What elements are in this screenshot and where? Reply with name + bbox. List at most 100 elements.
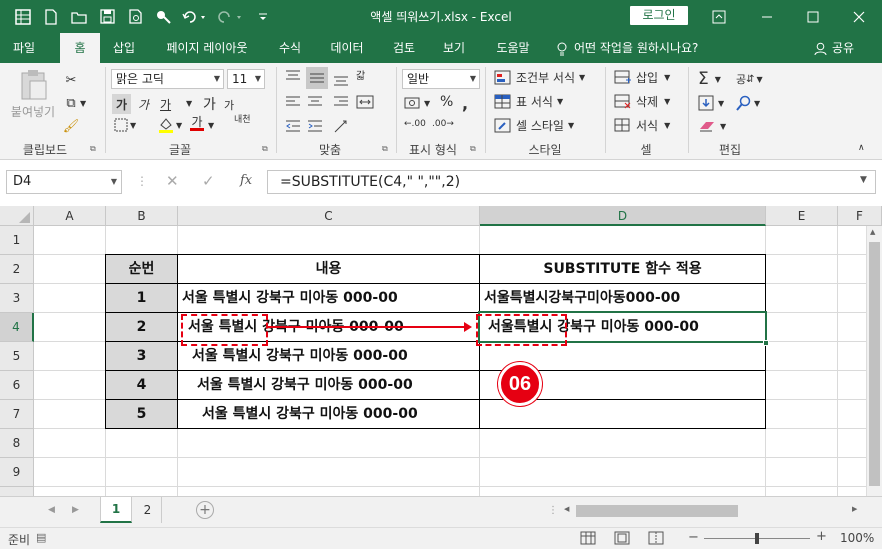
scroll-up-icon[interactable]: ▲ xyxy=(870,228,875,236)
underline-button[interactable]: 가 xyxy=(160,94,171,114)
header-cell-content[interactable]: 내용 xyxy=(178,255,479,284)
login-button[interactable]: 로그인 xyxy=(630,6,688,25)
ribbon-display-icon[interactable] xyxy=(696,0,742,33)
row-header-8[interactable]: 8 xyxy=(0,429,34,458)
row-header-2[interactable]: 2 xyxy=(0,255,34,284)
cut-icon[interactable]: ✂ xyxy=(62,71,80,89)
row-header-3[interactable]: 3 xyxy=(0,284,34,313)
column-header-a[interactable]: A xyxy=(34,206,106,226)
tab-review[interactable]: 검토 xyxy=(382,33,426,63)
column-header-f[interactable]: F xyxy=(838,206,882,226)
table-cell-content[interactable]: 서울 특별시 강북구 미아동 000-00 xyxy=(197,371,478,400)
column-header-b[interactable]: B xyxy=(106,206,178,226)
fill-color-icon[interactable]: ▼ xyxy=(158,116,182,134)
insert-function-button[interactable]: fx xyxy=(240,173,252,188)
column-header-d[interactable]: D xyxy=(480,206,766,226)
align-bottom-icon[interactable] xyxy=(332,69,350,87)
horizontal-scrollbar[interactable]: ◀ ▶ xyxy=(562,503,862,519)
table-cell-content[interactable]: 서울 특별시 강북구 미아동 000-00 xyxy=(192,342,478,371)
clipboard-launcher-icon[interactable]: ⧉ xyxy=(90,144,96,154)
undo-icon[interactable] xyxy=(180,6,210,28)
new-file-icon[interactable] xyxy=(40,6,62,28)
minimize-icon[interactable] xyxy=(744,0,790,33)
select-all-corner[interactable] xyxy=(0,206,34,226)
scroll-left-icon[interactable]: ◀ xyxy=(564,505,569,513)
number-format-select[interactable]: 일반 ▼ xyxy=(402,69,480,89)
tab-page-layout[interactable]: 페이지 레이아웃 xyxy=(150,33,264,63)
font-color-dropdown-icon[interactable]: ▼ xyxy=(208,121,214,130)
find-select-icon[interactable]: ▼ xyxy=(736,95,760,111)
phonetic-button[interactable]: 내천 xyxy=(234,115,251,125)
fill-handle[interactable] xyxy=(763,340,769,346)
tab-file[interactable]: 파일 xyxy=(4,33,44,63)
share-button[interactable]: 공유 xyxy=(814,33,854,63)
row-header-7[interactable]: 7 xyxy=(0,400,34,429)
insert-cells-button[interactable]: 삽입 ▼ xyxy=(614,69,670,86)
horizontal-scroll-thumb[interactable] xyxy=(576,505,738,517)
redo-icon[interactable] xyxy=(216,6,246,28)
tab-home[interactable]: 홈 xyxy=(60,33,100,63)
enter-icon[interactable]: ✓ xyxy=(202,172,215,190)
scroll-right-icon[interactable]: ▶ xyxy=(852,505,857,513)
grow-font-button[interactable]: 가 xyxy=(203,94,216,114)
merge-center-icon[interactable] xyxy=(356,93,374,111)
header-cell-result[interactable]: SUBSTITUTE 함수 적용 xyxy=(480,255,765,284)
column-header-c[interactable]: C xyxy=(178,206,480,226)
tab-view[interactable]: 보기 xyxy=(432,33,476,63)
comma-icon[interactable]: , xyxy=(462,94,468,113)
table-cell-result[interactable]: 서울특별시강북구미아동000-00 xyxy=(484,284,764,313)
orientation-icon[interactable] xyxy=(332,117,350,135)
vertical-scrollbar[interactable]: ▲ xyxy=(866,226,882,496)
maximize-icon[interactable] xyxy=(790,0,836,33)
copy-icon[interactable]: ⧉ ▼ xyxy=(62,94,86,112)
font-color-button[interactable]: 가 xyxy=(190,116,204,131)
conditional-format-button[interactable]: 조건부 서식 ▼ xyxy=(494,69,585,86)
align-right-icon[interactable] xyxy=(332,93,350,111)
table-cell-num[interactable]: 4 xyxy=(106,371,177,400)
sheet-next-icon[interactable]: ▶ xyxy=(72,505,79,515)
tab-formulas[interactable]: 수식 xyxy=(268,33,312,63)
paste-button[interactable]: 붙여넣기 xyxy=(10,69,56,120)
close-icon[interactable] xyxy=(836,0,882,33)
page-layout-view-icon[interactable] xyxy=(614,531,630,548)
align-middle-icon[interactable] xyxy=(306,67,328,89)
font-launcher-icon[interactable]: ⧉ xyxy=(262,144,268,154)
table-cell-num[interactable]: 3 xyxy=(106,342,177,371)
worksheet-grid[interactable]: A B C D E F 1 2 3 4 5 6 7 8 9 순번 내용 SUBS… xyxy=(0,206,882,496)
sheet-tab-1[interactable]: 1 xyxy=(100,497,132,523)
row-header-9[interactable]: 9 xyxy=(0,458,34,487)
table-cell-content[interactable]: 서울 특별시 강북구 미아동 000-00 xyxy=(202,400,478,429)
align-center-icon[interactable] xyxy=(306,93,324,111)
number-launcher-icon[interactable]: ⧉ xyxy=(470,144,476,154)
column-header-e[interactable]: E xyxy=(766,206,838,226)
touch-mode-icon[interactable] xyxy=(152,6,174,28)
table-cell-content[interactable]: 서울 특별시 강북구 미아동 000-00 xyxy=(182,284,478,313)
tab-help[interactable]: 도움말 xyxy=(484,33,542,63)
macro-record-icon[interactable]: ▤ xyxy=(36,531,46,544)
save-icon[interactable] xyxy=(96,6,118,28)
bold-button[interactable]: 가 xyxy=(112,94,132,114)
customize-icon[interactable] xyxy=(252,6,274,28)
font-name-select[interactable]: 맑은 고딕 ▼ xyxy=(111,69,224,89)
tab-insert[interactable]: 삽입 xyxy=(104,33,144,63)
table-cell-num[interactable]: 2 xyxy=(106,313,177,342)
currency-icon[interactable]: ▼ xyxy=(404,94,430,112)
italic-button[interactable]: 가 xyxy=(138,94,149,114)
zoom-out-icon[interactable]: − xyxy=(688,530,699,545)
zoom-slider-thumb[interactable] xyxy=(755,533,759,544)
percent-icon[interactable]: % xyxy=(440,94,453,110)
sheet-prev-icon[interactable]: ◀ xyxy=(48,505,55,515)
increase-decimal-icon[interactable]: ←.00 xyxy=(404,119,426,129)
row-header-4[interactable]: 4 xyxy=(0,313,34,342)
clear-icon[interactable]: ▼ xyxy=(698,119,726,133)
decrease-decimal-icon[interactable]: .00→ xyxy=(432,119,454,129)
table-cell-num[interactable]: 1 xyxy=(106,284,177,313)
border-icon[interactable]: ▼ xyxy=(114,118,136,132)
tell-me-search[interactable]: 어떤 작업을 원하시나요? xyxy=(556,33,698,63)
delete-cells-button[interactable]: 삭제 ▼ xyxy=(614,93,670,110)
zoom-level[interactable]: 100% xyxy=(840,531,874,545)
collapse-ribbon-icon[interactable]: ∧ xyxy=(858,143,865,153)
decrease-indent-icon[interactable] xyxy=(284,117,302,135)
header-cell-number[interactable]: 순번 xyxy=(106,255,177,284)
format-painter-icon[interactable]: 🖌 xyxy=(62,117,80,135)
